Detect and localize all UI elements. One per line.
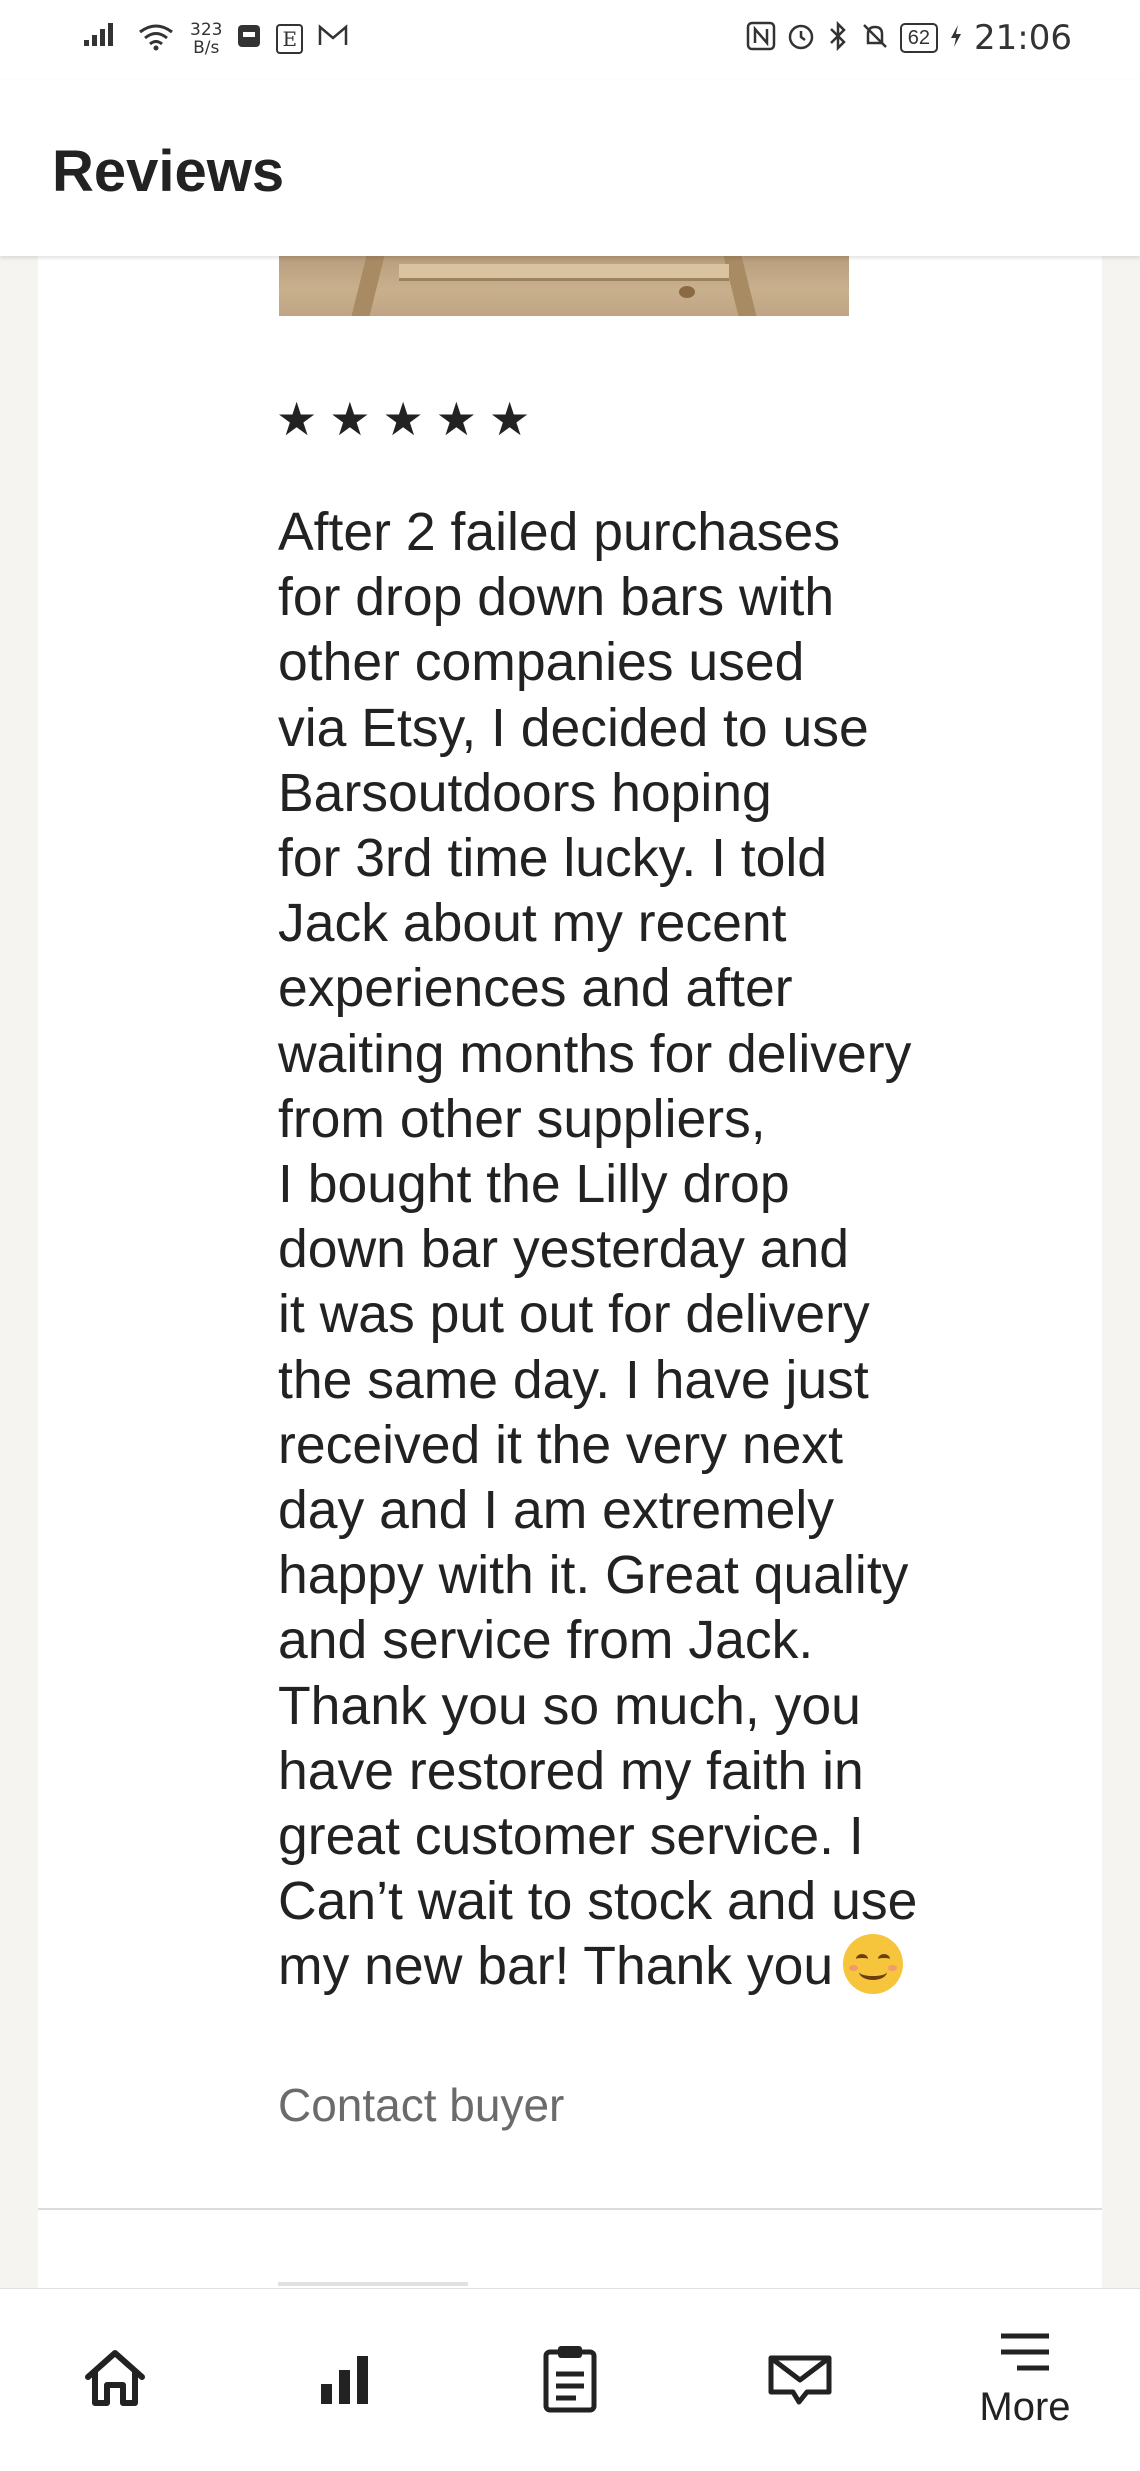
nfc-icon	[746, 21, 776, 56]
mail-icon	[317, 23, 349, 54]
nav-home[interactable]	[30, 2289, 200, 2471]
photo-detail	[351, 256, 385, 316]
home-icon	[80, 2345, 150, 2416]
network-speed-value: 323	[190, 19, 223, 40]
clock: 21:06	[974, 18, 1072, 58]
review-text: After 2 failed purchases for drop down b…	[278, 500, 1058, 2000]
next-review-peek	[278, 2282, 468, 2286]
e-app-icon: E	[276, 23, 304, 54]
alarm-icon	[786, 21, 816, 56]
status-right: 62 21:06	[746, 18, 1072, 58]
star-icon: ★	[329, 392, 371, 446]
nav-stats[interactable]	[260, 2289, 430, 2471]
review-body: After 2 failed purchases for drop down b…	[278, 503, 918, 1997]
nav-more-label: More	[979, 2385, 1071, 2429]
star-icon: ★	[382, 392, 424, 446]
review-card: ★ ★ ★ ★ ★ After 2 failed purchases for d…	[38, 256, 1102, 2288]
menu-icon	[997, 2330, 1053, 2381]
page-title: Reviews	[52, 139, 285, 204]
status-left: 323 B/s E	[82, 18, 349, 59]
signal-icon	[82, 18, 122, 59]
mute-icon	[860, 21, 890, 56]
contact-buyer-link[interactable]: Contact buyer	[278, 2078, 564, 2132]
network-speed-unit: B/s	[193, 37, 220, 58]
photo-detail	[399, 264, 729, 281]
app-bar: Reviews	[0, 80, 1140, 256]
notification-box-icon	[236, 23, 262, 54]
network-speed: 323 B/s	[190, 21, 222, 57]
review-photo[interactable]	[279, 256, 849, 316]
nav-messages[interactable]	[715, 2289, 885, 2471]
photo-detail	[679, 286, 695, 298]
envelope-icon	[765, 2348, 835, 2413]
star-icon: ★	[435, 392, 477, 446]
nav-orders[interactable]	[485, 2289, 655, 2471]
bluetooth-icon	[826, 20, 850, 56]
clipboard-icon	[540, 2342, 600, 2419]
bar-chart-icon	[315, 2348, 375, 2413]
star-icon: ★	[489, 392, 531, 446]
divider	[38, 2208, 1102, 2210]
battery-indicator: 62	[899, 23, 939, 53]
wifi-icon	[136, 20, 176, 57]
smiling-face-emoji-icon	[843, 1934, 904, 1995]
charging-icon	[948, 23, 964, 54]
nav-more[interactable]: More	[940, 2289, 1110, 2471]
bottom-navigation: More	[0, 2288, 1140, 2471]
status-bar: 323 B/s E 62 21:06	[0, 0, 1140, 80]
star-rating: ★ ★ ★ ★ ★	[276, 396, 530, 442]
star-icon: ★	[276, 392, 318, 446]
